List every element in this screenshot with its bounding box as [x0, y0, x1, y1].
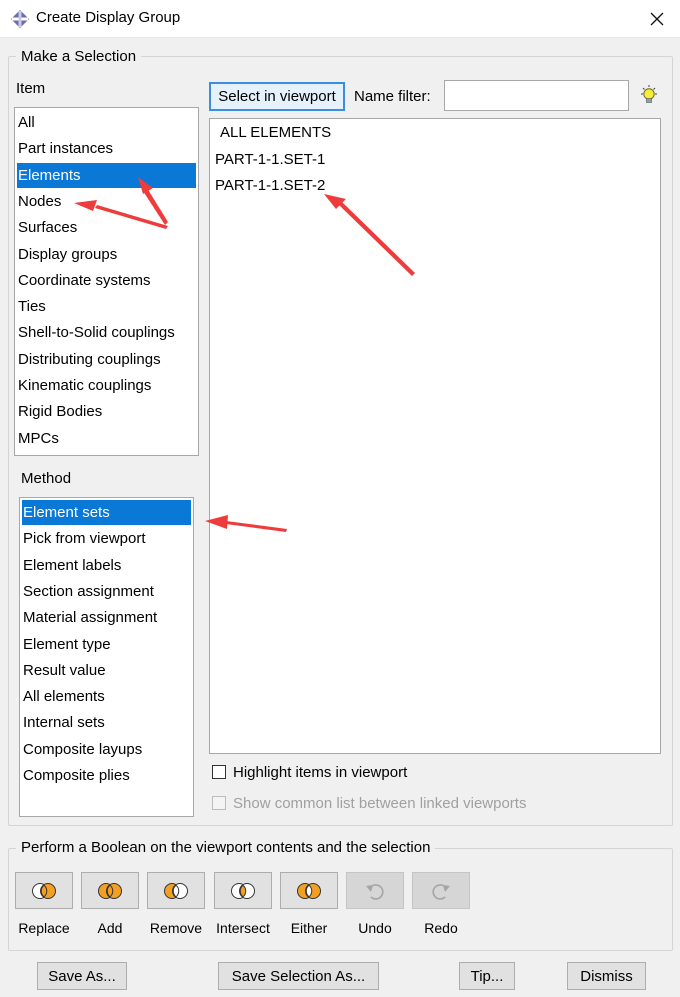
abaqus-display-group-icon — [11, 10, 29, 28]
save-as-button[interactable]: Save As... — [37, 962, 127, 990]
method-list-item[interactable]: Pick from viewport — [22, 526, 191, 551]
remove-button[interactable] — [147, 872, 205, 909]
method-list-item[interactable]: Composite layups — [22, 737, 191, 762]
window-title: Create Display Group — [36, 9, 181, 26]
item-list-item[interactable]: All — [17, 110, 196, 135]
close-icon — [650, 12, 664, 26]
name-filter-label: Name filter: — [354, 88, 431, 105]
method-list-item[interactable]: Internal sets — [22, 710, 191, 735]
remove-label: Remove — [149, 920, 203, 936]
method-list-item[interactable]: All elements — [22, 684, 191, 709]
set-list-item[interactable]: PART-1-1.SET-2 — [212, 173, 658, 198]
either-label: Either — [290, 920, 328, 936]
dismiss-button[interactable]: Dismiss — [567, 962, 646, 990]
title-bar: Create Display Group — [0, 0, 680, 38]
item-list-item[interactable]: Nodes — [17, 189, 196, 214]
item-list-item[interactable]: Distributing couplings — [17, 347, 196, 372]
method-list-item[interactable]: Element labels — [22, 553, 191, 578]
close-button[interactable] — [634, 0, 680, 38]
replace-icon — [32, 882, 56, 899]
undo-button[interactable] — [346, 872, 404, 909]
item-list-item[interactable]: Rigid Bodies — [17, 399, 196, 424]
common-list-checkbox[interactable] — [212, 796, 226, 810]
common-list-label: Show common list between linked viewport… — [233, 795, 527, 812]
item-list-item[interactable]: Display groups — [17, 242, 196, 267]
item-list-item[interactable]: Shell-to-Solid couplings — [17, 320, 196, 345]
method-list-item[interactable]: Composite plies — [22, 763, 191, 788]
name-filter-input[interactable] — [444, 80, 629, 111]
selection-group-title: Make a Selection — [16, 48, 142, 65]
item-label: Item — [16, 80, 46, 97]
lightbulb-icon[interactable] — [638, 84, 660, 108]
method-list-item[interactable]: Material assignment — [22, 605, 191, 630]
method-list-item[interactable]: Element type — [22, 632, 191, 657]
boolean-group-title: Perform a Boolean on the viewport conten… — [16, 839, 436, 856]
item-list-item[interactable]: Surfaces — [17, 215, 196, 240]
item-list-item[interactable]: Coordinate systems — [17, 268, 196, 293]
item-list-item[interactable]: Ties — [17, 294, 196, 319]
either-icon — [297, 882, 321, 899]
remove-icon — [164, 882, 188, 899]
redo-label: Redo — [424, 920, 458, 936]
add-union-icon — [98, 882, 122, 899]
tip-button[interactable]: Tip... — [459, 962, 515, 990]
undo-label: Undo — [358, 920, 392, 936]
method-list-item[interactable]: Section assignment — [22, 579, 191, 604]
set-list-item[interactable]: ALL ELEMENTS — [212, 120, 658, 145]
method-label: Method — [21, 470, 72, 487]
intersect-icon — [231, 882, 255, 899]
item-list-item[interactable]: Elements — [17, 162, 196, 188]
intersect-label: Intersect — [216, 920, 270, 936]
add-label: Add — [97, 920, 123, 936]
redo-button[interactable] — [412, 872, 470, 909]
sets-listbox[interactable]: ALL ELEMENTS PART-1-1.SET-1 PART-1-1.SET-2 — [209, 118, 661, 754]
replace-label: Replace — [18, 920, 70, 936]
method-list-item[interactable]: Element sets — [22, 500, 191, 525]
item-list-item[interactable]: Part instances — [17, 136, 196, 161]
item-list-item[interactable]: MPCs — [17, 426, 196, 451]
save-selection-as-button[interactable]: Save Selection As... — [218, 962, 379, 990]
intersect-button[interactable] — [214, 872, 272, 909]
highlight-label: Highlight items in viewport — [233, 764, 408, 781]
redo-icon — [432, 883, 450, 900]
highlight-checkbox[interactable] — [212, 765, 226, 779]
add-button[interactable] — [81, 872, 139, 909]
method-list-item[interactable]: Result value — [22, 658, 191, 683]
select-in-viewport-button[interactable]: Select in viewport — [209, 82, 345, 111]
set-list-item[interactable]: PART-1-1.SET-1 — [212, 147, 658, 172]
replace-button[interactable] — [15, 872, 73, 909]
item-list-item[interactable]: Kinematic couplings — [17, 373, 196, 398]
method-listbox[interactable]: Element sets Pick from viewport Element la… — [19, 497, 194, 817]
item-listbox[interactable]: All Part instances Elements Nodes Surfaces Di… — [14, 107, 199, 456]
undo-icon — [366, 883, 384, 900]
either-button[interactable] — [280, 872, 338, 909]
